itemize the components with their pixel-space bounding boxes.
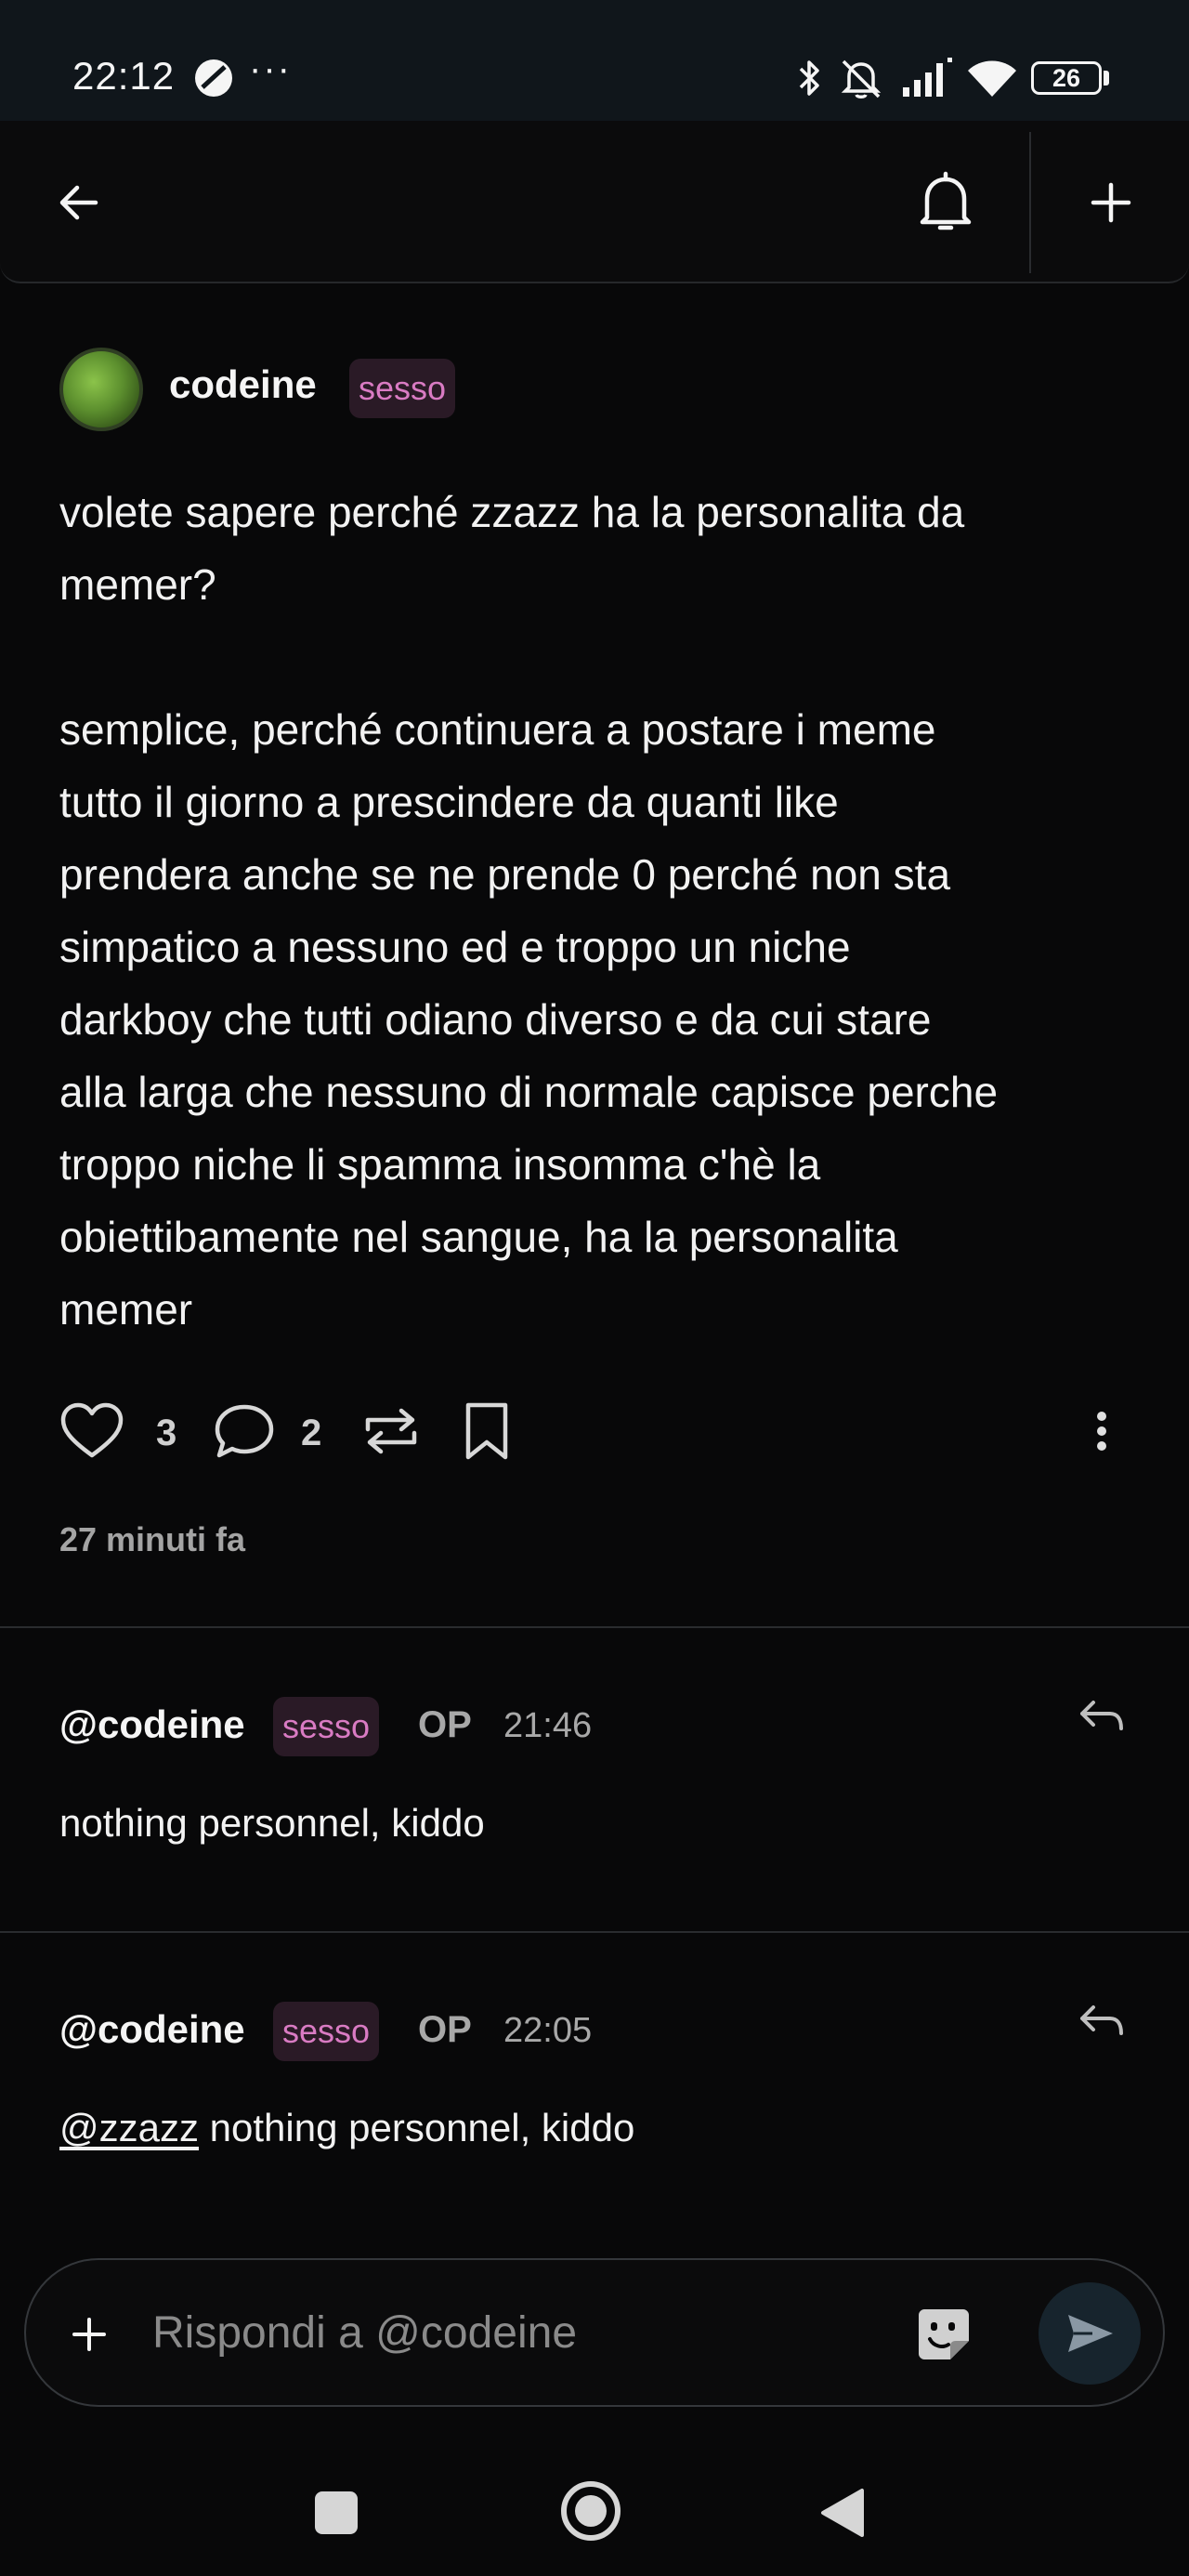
- muted-bell-icon: [841, 59, 882, 99]
- bookmark-button[interactable]: [461, 1401, 513, 1461]
- plus-icon: [72, 2318, 106, 2351]
- reply-arrow-icon: [1080, 2005, 1123, 2035]
- send-button[interactable]: [1039, 2282, 1141, 2385]
- comment-text-body: nothing personnel, kiddo: [59, 1801, 485, 1845]
- battery-level: 26: [1052, 63, 1081, 92]
- post-body: volete sapere perché zzazz ha la persona…: [59, 488, 999, 1334]
- notifications-button[interactable]: [907, 162, 985, 243]
- comment-time: 21:46: [503, 1706, 593, 1745]
- comment-flair: sesso: [273, 2002, 380, 2061]
- top-app-bar: [0, 121, 1189, 283]
- bookmark-icon: [465, 1402, 508, 1460]
- comment-count: 2: [301, 1413, 322, 1453]
- author-name[interactable]: codeine: [169, 362, 317, 407]
- send-icon: [1068, 2315, 1113, 2352]
- battery-icon: 26: [1031, 61, 1102, 95]
- attach-button[interactable]: [59, 2305, 119, 2364]
- home-button[interactable]: [552, 2472, 630, 2550]
- comment-bubble-icon: [215, 1404, 274, 1458]
- page: 22:12 ··· 26 codeine sesso volete sapere…: [0, 0, 1189, 2576]
- home-circle-icon: [561, 2481, 621, 2541]
- post-separator: [0, 1626, 1189, 1628]
- status-time: 22:12: [72, 54, 176, 98]
- system-nav-bar: [0, 2435, 1189, 2576]
- vertical-dots-icon: [1097, 1412, 1106, 1451]
- back-button[interactable]: [41, 165, 115, 240]
- reply-input[interactable]: [152, 2295, 877, 2370]
- post-timestamp: 27 minuti fa: [59, 1520, 246, 1558]
- op-badge: OP: [418, 2009, 472, 2050]
- back-arrow-icon: [59, 185, 98, 220]
- like-button[interactable]: [59, 1401, 124, 1461]
- more-options-button[interactable]: [1083, 1401, 1120, 1461]
- comment-text: nothing personnel, kiddo: [59, 1801, 485, 1846]
- comment-separator: [0, 1931, 1189, 1933]
- sticker-button[interactable]: [910, 2301, 977, 2368]
- triangle-back-icon: [821, 2489, 864, 2537]
- comment-username[interactable]: @codeine: [59, 2007, 245, 2052]
- signal-icon: [903, 58, 952, 97]
- reply-button[interactable]: [1068, 1992, 1135, 2048]
- sticker-icon: [919, 2309, 969, 2359]
- plus-icon: [1091, 182, 1131, 223]
- comment-flair: sesso: [273, 1697, 380, 1756]
- battery-tip: [1104, 71, 1109, 85]
- comment-button[interactable]: [214, 1401, 275, 1461]
- comment-time: 22:05: [503, 2011, 593, 2050]
- author-avatar[interactable]: [59, 348, 143, 431]
- reply-arrow-icon: [1080, 1701, 1123, 1730]
- square-icon: [315, 2491, 358, 2534]
- author-flair: sesso: [349, 359, 456, 418]
- comment-username[interactable]: @codeine: [59, 1702, 245, 1747]
- status-bar: 22:12 ··· 26: [0, 0, 1189, 121]
- new-post-button[interactable]: [1074, 165, 1148, 240]
- back-nav-button[interactable]: [804, 2476, 879, 2550]
- repost-icon: [365, 1408, 417, 1454]
- status-more-icon: ···: [249, 48, 292, 89]
- comment-mention[interactable]: @zzazz: [59, 2106, 199, 2149]
- repost-button[interactable]: [360, 1401, 422, 1461]
- op-badge: OP: [418, 1704, 472, 1745]
- reply-button[interactable]: [1068, 1688, 1135, 1743]
- recents-button[interactable]: [299, 2476, 373, 2550]
- heart-icon: [60, 1402, 124, 1458]
- like-count: 3: [156, 1413, 177, 1453]
- wifi-icon: [968, 60, 1016, 97]
- bluetooth-icon: [799, 60, 819, 96]
- app-bar-divider: [1029, 132, 1031, 273]
- bell-icon: [920, 171, 972, 230]
- comment-text: @zzazz nothing personnel, kiddo: [59, 2106, 634, 2150]
- comment-text-body: nothing personnel, kiddo: [199, 2106, 635, 2149]
- app-icon: [195, 59, 232, 97]
